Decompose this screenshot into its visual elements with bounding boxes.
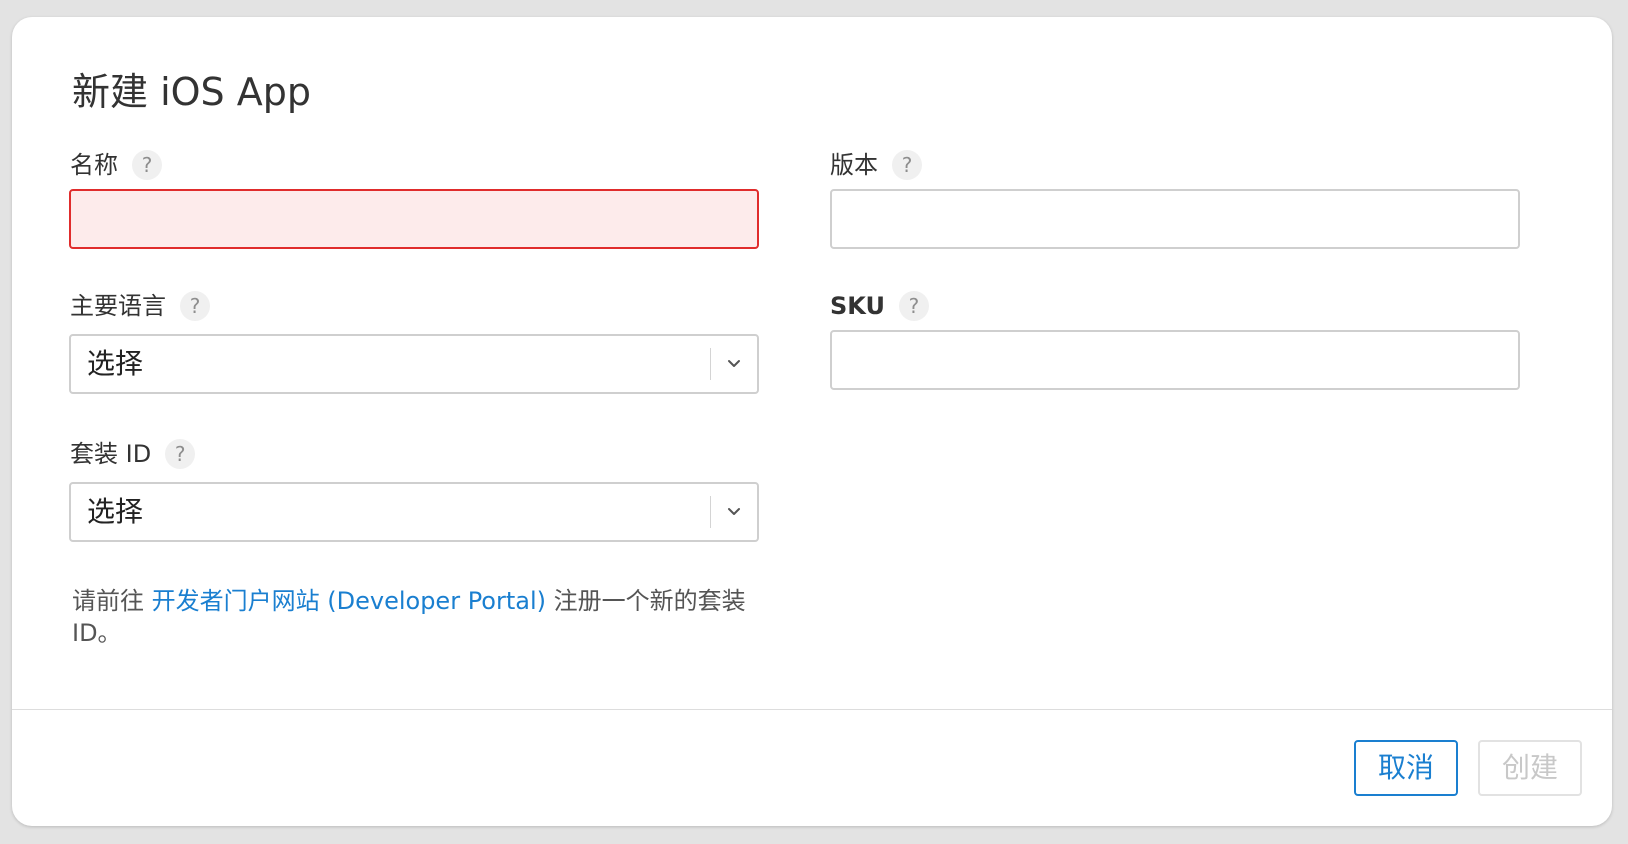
create-button[interactable]: 创建 — [1478, 740, 1582, 796]
bundle-id-select[interactable]: 选择 — [69, 482, 759, 542]
footer-divider — [12, 709, 1612, 710]
primary-language-help-icon[interactable]: ? — [180, 291, 210, 321]
bundle-id-label-row: 套装 ID ? — [70, 439, 196, 469]
sku-label: SKU — [830, 292, 885, 320]
version-label: 版本 — [830, 151, 878, 179]
new-app-dialog: 新建 iOS App 名称 ? 版本 ? 主要语言 ? 选择 SKU ? 套装 … — [12, 17, 1612, 826]
version-label-row: 版本 ? — [830, 150, 922, 180]
name-help-icon[interactable]: ? — [132, 150, 162, 180]
name-input[interactable] — [69, 189, 759, 249]
primary-language-label: 主要语言 — [70, 292, 166, 320]
bundle-id-selected: 选择 — [87, 495, 144, 528]
developer-portal-link[interactable]: 开发者门户网站 (Developer Portal) — [152, 587, 546, 615]
sku-help-icon[interactable]: ? — [898, 291, 929, 321]
bundle-id-label: 套装 ID — [70, 440, 152, 468]
select-divider — [710, 348, 711, 380]
version-help-icon[interactable]: ? — [892, 150, 922, 180]
primary-language-select[interactable]: 选择 — [69, 334, 759, 394]
chevron-down-icon — [728, 508, 740, 515]
chevron-down-icon — [728, 360, 740, 367]
hint-prefix: 请前往 — [72, 587, 152, 615]
primary-language-selected: 选择 — [87, 347, 144, 380]
primary-language-label-row: 主要语言 ? — [70, 291, 210, 321]
name-label: 名称 — [70, 151, 118, 179]
dialog-title: 新建 iOS App — [72, 70, 311, 114]
cancel-button[interactable]: 取消 — [1354, 740, 1458, 796]
version-input[interactable] — [830, 189, 1520, 249]
bundle-id-help-icon[interactable]: ? — [165, 439, 196, 469]
sku-label-row: SKU ? — [830, 291, 929, 321]
select-divider — [710, 496, 711, 528]
bundle-id-hint: 请前往 开发者门户网站 (Developer Portal) 注册一个新的套装 … — [72, 585, 772, 649]
sku-input[interactable] — [830, 330, 1520, 390]
name-label-row: 名称 ? — [70, 150, 162, 180]
